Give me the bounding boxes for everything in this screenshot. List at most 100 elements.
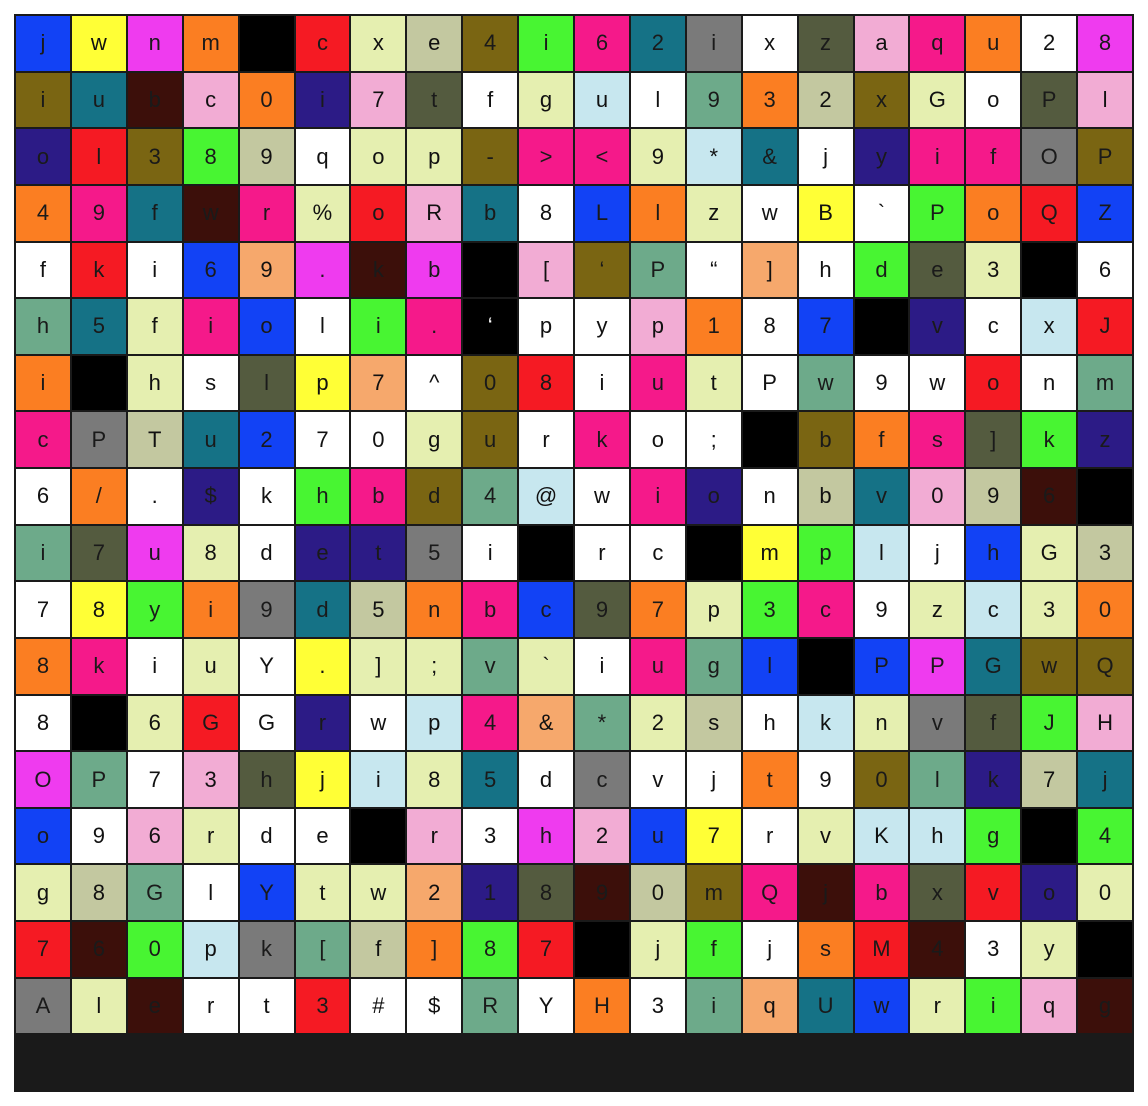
grid-cell: 6 <box>127 695 182 751</box>
grid-cell: x <box>1022 299 1077 354</box>
grid-cell: f <box>966 129 1021 184</box>
grid-cell: j <box>16 16 70 71</box>
grid-cell: x <box>351 16 406 71</box>
grid-cell: B <box>798 185 853 241</box>
grid-cell: p <box>295 355 350 411</box>
grid-cell: g <box>407 412 462 468</box>
grid-cell: h <box>295 469 350 524</box>
grid-cell: b <box>463 185 518 241</box>
character-grid: jwnmcxe4i62ixzaqu28iubc0i7tfgul932xGoPlo… <box>14 14 1134 1092</box>
grid-cell <box>239 16 294 71</box>
grid-cell: v <box>798 808 853 864</box>
grid-cell: w <box>351 865 406 921</box>
grid-cell: 7 <box>127 752 182 807</box>
grid-cell: T <box>127 412 182 468</box>
grid-cell: u <box>71 72 126 128</box>
grid-cell: P <box>1078 129 1132 184</box>
grid-cell: e <box>910 242 965 298</box>
grid-cell: d <box>854 242 909 298</box>
grid-cell: p <box>407 695 462 751</box>
grid-cell: 9 <box>575 582 629 637</box>
grid-cell: f <box>966 695 1021 751</box>
grid-cell <box>854 299 909 354</box>
grid-cell: o <box>966 355 1021 411</box>
grid-cell: x <box>854 72 909 128</box>
grid-cell: n <box>127 16 182 71</box>
grid-cell: 3 <box>1078 525 1132 581</box>
grid-cell: 2 <box>407 865 462 921</box>
grid-cell: i <box>910 129 965 184</box>
grid-cell: f <box>16 242 70 298</box>
grid-cell: d <box>407 469 462 524</box>
grid-cell: u <box>630 808 685 864</box>
grid-cell: 4 <box>1078 808 1132 864</box>
grid-cell: l <box>854 525 909 581</box>
grid-cell: P <box>1022 72 1077 128</box>
grid-cell: 7 <box>71 525 126 581</box>
grid-cell: o <box>966 72 1021 128</box>
grid-cell: t <box>295 865 350 921</box>
grid-cell <box>742 412 797 468</box>
grid-cell: ` <box>854 185 909 241</box>
grid-cell: p <box>519 299 573 354</box>
grid-cell: e <box>407 16 462 71</box>
grid-cell: w <box>798 355 853 411</box>
grid-cell: h <box>910 808 965 864</box>
grid-cell: t <box>351 525 406 581</box>
grid-cell <box>463 242 518 298</box>
grid-cell <box>71 695 126 751</box>
grid-cell: ; <box>407 638 462 694</box>
grid-cell: A <box>16 978 70 1034</box>
grid-cell: c <box>183 72 238 128</box>
grid-cell: o <box>630 412 685 468</box>
grid-cell: i <box>183 582 238 637</box>
grid-cell: 9 <box>239 242 294 298</box>
grid-cell: 7 <box>798 299 853 354</box>
grid-cell: ] <box>407 922 462 977</box>
grid-cell: G <box>127 865 182 921</box>
grid-cell: c <box>966 582 1021 637</box>
grid-cell: Y <box>239 865 294 921</box>
grid-cell: 7 <box>519 922 573 977</box>
grid-cell: o <box>966 185 1021 241</box>
grid-cell: q <box>1022 978 1077 1034</box>
grid-cell: m <box>1078 355 1132 411</box>
grid-cell: c <box>295 16 350 71</box>
grid-cell: c <box>16 412 70 468</box>
grid-cell: 0 <box>1078 582 1132 637</box>
grid-cell: v <box>630 752 685 807</box>
grid-cell: 3 <box>742 72 797 128</box>
grid-cell: n <box>1022 355 1077 411</box>
grid-cell: H <box>575 978 629 1034</box>
grid-cell: r <box>910 978 965 1034</box>
grid-cell: 3 <box>1022 582 1077 637</box>
grid-cell: 9 <box>575 865 629 921</box>
grid-cell: . <box>407 299 462 354</box>
grid-cell <box>1022 808 1077 864</box>
grid-cell <box>575 922 629 977</box>
grid-cell: i <box>575 638 629 694</box>
grid-cell: i <box>630 469 685 524</box>
grid-cell: Y <box>519 978 573 1034</box>
grid-cell: ] <box>742 242 797 298</box>
grid-cell: 9 <box>798 752 853 807</box>
grid-cell: u <box>463 412 518 468</box>
grid-cell: n <box>742 469 797 524</box>
grid-cell: 3 <box>295 978 350 1034</box>
grid-cell: “ <box>686 242 741 298</box>
grid-cell: d <box>519 752 573 807</box>
grid-cell: u <box>966 16 1021 71</box>
grid-cell: 3 <box>966 242 1021 298</box>
grid-cell: n <box>407 582 462 637</box>
grid-cell: . <box>295 242 350 298</box>
grid-cell: 3 <box>630 978 685 1034</box>
grid-cell: b <box>854 865 909 921</box>
grid-cell: 0 <box>910 469 965 524</box>
grid-cell: i <box>351 752 406 807</box>
grid-cell: 2 <box>798 72 853 128</box>
grid-cell: 7 <box>351 72 406 128</box>
grid-cell: e <box>127 978 182 1034</box>
grid-cell: i <box>16 72 70 128</box>
grid-cell: 6 <box>127 808 182 864</box>
grid-cell: p <box>183 922 238 977</box>
